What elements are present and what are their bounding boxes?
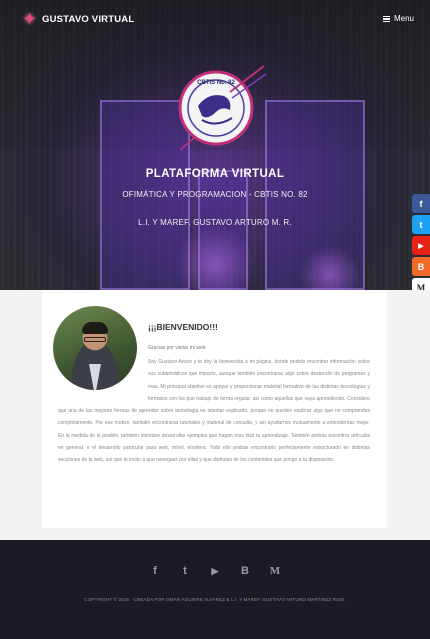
welcome-heading: ¡¡¡BIENVENIDO!!! [148,322,218,332]
hero-author: L.I. Y MAREF. GUSTAVO ARTURO M. R. [138,218,292,227]
cbtis-emblem-logo: CBTIS No. 82 [178,65,267,151]
hamburger-icon [382,15,390,22]
footer-blogger-icon[interactable]: B [237,564,253,578]
footer-social-icons: f t ▶ B M [0,564,430,578]
blogger-icon: B [417,261,425,272]
thanks-text: Gracias por visitar mi web [148,345,206,351]
hero-subtitle: OFIMÁTICA Y PROGRAMACION - CBTIS NO. 82 [122,190,308,199]
social-sidebar: f t ▶ B M [412,194,430,299]
footer-twitter-icon[interactable]: t [177,564,193,578]
top-navbar: ✦ GUSTAVO VIRTUAL Menu [0,0,430,40]
menu-label: Menu [393,14,414,23]
sidebar-twitter-icon[interactable]: t [412,215,430,234]
sidebar-blogger-icon[interactable]: B [412,257,430,276]
youtube-icon: ▶ [418,242,424,250]
footer-medium-icon[interactable]: M [267,564,283,578]
hero-title: PLATAFORMA VIRTUAL [145,168,285,180]
star-logo-icon[interactable]: ✦ [22,10,40,28]
emblem-text: CBTIS No. 82 [197,80,235,86]
twitter-icon: t [419,219,423,230]
sidebar-facebook-icon[interactable]: f [412,194,430,213]
footer-facebook-icon[interactable]: f [147,564,163,578]
menu-button[interactable]: Menu [382,14,414,23]
copyright-text: COPYRIGHT © 2016 · CREADA POR OMAR AGUIR… [84,597,346,602]
footer-youtube-icon[interactable]: ▶ [207,564,223,578]
about-card: ¡¡¡BIENVENIDO!!! Gracias por visitar mi … [42,290,387,528]
bio-paragraph: Soy Gustavo Arturo y te doy la bienvenid… [58,356,370,467]
sidebar-youtube-icon[interactable]: ▶ [412,236,430,255]
footer: f t ▶ B M COPYRIGHT © 2016 · CREADA POR … [0,540,430,639]
site-brand[interactable]: GUSTAVO VIRTUAL [42,14,134,25]
facebook-icon: f [419,198,423,209]
